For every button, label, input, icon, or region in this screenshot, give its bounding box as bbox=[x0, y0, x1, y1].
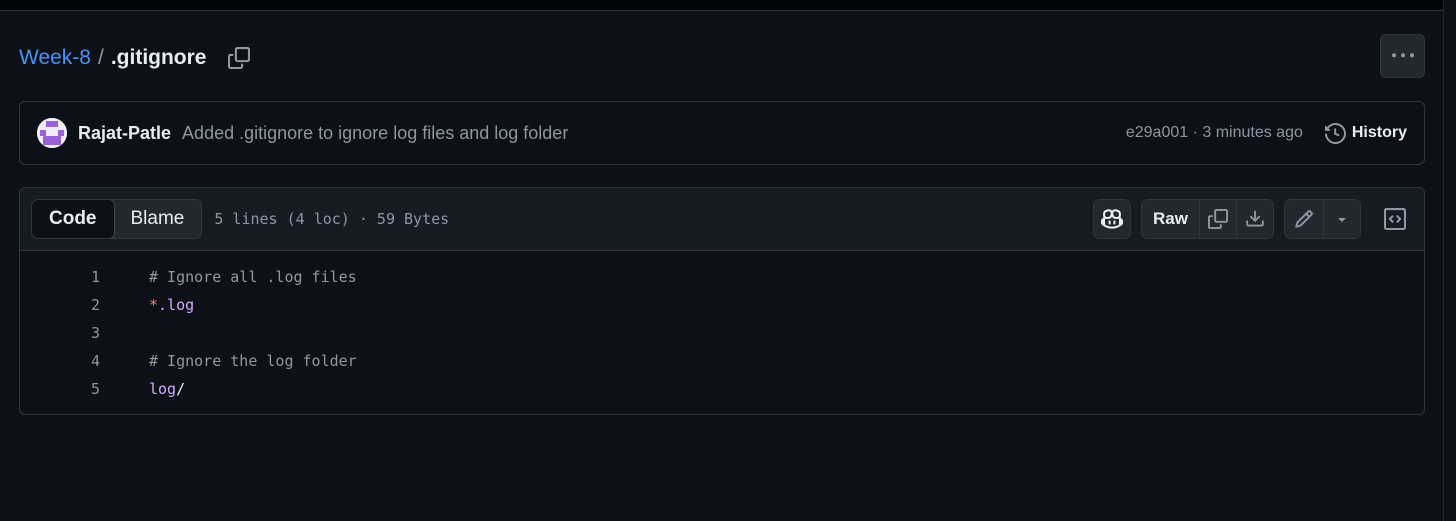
code-line[interactable]: 4 # Ignore the log folder bbox=[20, 347, 1424, 375]
line-number[interactable]: 2 bbox=[20, 296, 100, 314]
file-viewer: Code Blame 5 lines (4 loc) · 59 Bytes Ra… bbox=[19, 187, 1425, 415]
download-button[interactable] bbox=[1236, 200, 1273, 238]
code-square-icon bbox=[1384, 208, 1406, 230]
triangle-down-icon bbox=[1338, 218, 1346, 222]
copy-path-button[interactable] bbox=[226, 45, 252, 71]
code-line[interactable]: 1 # Ignore all .log files bbox=[20, 263, 1424, 291]
tab-blame[interactable]: Blame bbox=[114, 200, 202, 238]
file-info: 5 lines (4 loc) · 59 Bytes bbox=[214, 210, 450, 228]
view-switcher: Code Blame bbox=[31, 199, 203, 239]
avatar[interactable] bbox=[37, 118, 67, 148]
copy-raw-button[interactable] bbox=[1199, 200, 1236, 238]
code-token: * bbox=[149, 296, 159, 314]
history-button[interactable]: History bbox=[1324, 122, 1407, 144]
download-icon bbox=[1246, 210, 1264, 227]
latest-commit-bar: Rajat-Patle Added .gitignore to ignore l… bbox=[19, 101, 1425, 165]
file-toolbar: Raw bbox=[1093, 199, 1413, 239]
scrollbar-track[interactable] bbox=[1443, 0, 1456, 521]
raw-button[interactable]: Raw bbox=[1142, 200, 1199, 238]
tab-code[interactable]: Code bbox=[32, 200, 115, 238]
line-number[interactable]: 4 bbox=[20, 352, 100, 370]
line-content: # Ignore all .log files bbox=[149, 268, 357, 286]
edit-dropdown-button[interactable] bbox=[1323, 200, 1360, 238]
code-token: # Ignore the log folder bbox=[149, 352, 357, 370]
code-token: # Ignore all .log files bbox=[149, 268, 357, 286]
copilot-icon bbox=[1101, 209, 1124, 229]
more-options-button[interactable] bbox=[1380, 34, 1425, 78]
edit-file-button[interactable] bbox=[1285, 200, 1323, 238]
breadcrumb-repo-link[interactable]: Week-8 bbox=[19, 46, 91, 70]
top-border bbox=[0, 0, 1456, 11]
line-number[interactable]: 3 bbox=[20, 324, 100, 342]
commit-message[interactable]: Added .gitignore to ignore log files and… bbox=[182, 123, 568, 144]
copilot-button[interactable] bbox=[1094, 200, 1131, 238]
history-label: History bbox=[1351, 124, 1407, 141]
line-content: # Ignore the log folder bbox=[149, 352, 357, 370]
kebab-horizontal-icon bbox=[1391, 53, 1414, 58]
file-header: Code Blame 5 lines (4 loc) · 59 Bytes Ra… bbox=[20, 188, 1424, 251]
code-line[interactable]: 3 bbox=[20, 319, 1424, 347]
symbols-panel-button[interactable] bbox=[1377, 201, 1413, 237]
history-icon bbox=[1324, 122, 1346, 144]
code-line[interactable]: 2 *.log bbox=[20, 291, 1424, 319]
code-token: / bbox=[176, 380, 186, 398]
page-title: .gitignore bbox=[110, 46, 207, 69]
code-view[interactable]: 1 # Ignore all .log files 2 *.log 3 4 # Ignore… bbox=[20, 251, 1424, 403]
line-content: *.log bbox=[149, 296, 194, 314]
code-token: .log bbox=[158, 296, 195, 314]
line-number[interactable]: 1 bbox=[20, 268, 100, 286]
code-token: log bbox=[149, 380, 177, 398]
commit-sha-time[interactable]: e29a001 · 3 minutes ago bbox=[1126, 124, 1303, 142]
line-number[interactable]: 5 bbox=[20, 380, 100, 398]
commit-author[interactable]: Rajat-Patle bbox=[78, 123, 171, 144]
line-content: log/ bbox=[149, 380, 185, 398]
code-line[interactable]: 5 log/ bbox=[20, 375, 1424, 403]
copy-icon bbox=[227, 47, 250, 69]
pencil-icon bbox=[1295, 210, 1313, 228]
copy-icon bbox=[1208, 209, 1228, 229]
breadcrumb: Week-8 / .gitignore bbox=[19, 42, 252, 74]
breadcrumb-separator: / bbox=[97, 46, 104, 69]
